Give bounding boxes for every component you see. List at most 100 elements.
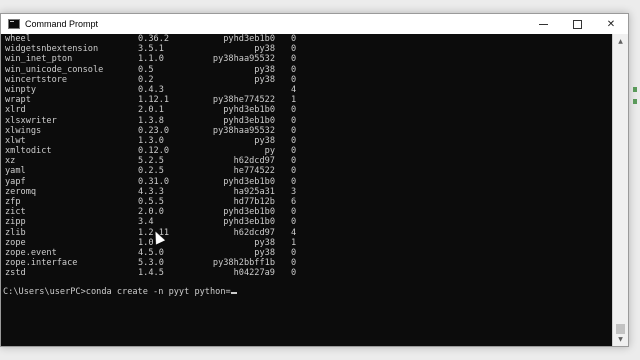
package-row: xlsxwriter 1.3.8 pyhd3eb1b0 0: [1, 116, 613, 126]
package-version: 3.5.1: [138, 44, 164, 55]
package-name: zope.event: [5, 247, 57, 258]
package-build-number: 0: [291, 135, 297, 146]
package-build: py38: [254, 64, 275, 75]
package-build-number: 6: [291, 197, 297, 207]
text-cursor: [230, 292, 237, 294]
package-build: py38: [254, 44, 275, 55]
prompt-path: C:\Users\userPC>: [3, 287, 86, 297]
package-name: zstd: [5, 268, 26, 279]
package-name: yaml: [5, 166, 26, 177]
close-button[interactable]: ✕: [594, 14, 628, 34]
package-name: xlsxwriter: [5, 115, 57, 126]
package-version: 0.5: [138, 64, 154, 75]
package-name: xlwt: [5, 135, 26, 146]
scroll-up-arrow-icon[interactable]: ▲: [613, 34, 628, 48]
console-output[interactable]: wheel 0.36.2 pyhd3eb1b0 0 widgetsnbextension…: [1, 34, 613, 346]
package-build: py38he774522: [212, 95, 275, 106]
package-version: 2.0.0: [138, 207, 164, 218]
package-name: zict: [5, 207, 26, 218]
package-row: zope 1.0 py38 1: [1, 238, 613, 248]
package-version: 0.31.0: [138, 176, 170, 187]
package-version: 2.0.1: [138, 105, 164, 116]
package-version: 1.4.5: [138, 268, 164, 279]
package-build-number: 0: [291, 146, 297, 157]
package-version: 1.1.0: [138, 54, 164, 65]
package-build-number: 0: [291, 54, 297, 65]
package-build: py38: [254, 74, 275, 85]
package-build: py38: [254, 247, 275, 258]
package-version: 5.2.5: [138, 156, 164, 167]
package-build: pyhd3eb1b0: [223, 34, 275, 44]
package-version: 1.12.1: [138, 95, 170, 106]
package-build: pyhd3eb1b0: [223, 217, 275, 228]
package-build: py38haa95532: [212, 54, 275, 65]
command-line[interactable]: C:\Users\userPC>conda create -n pyyt pyt…: [3, 287, 237, 297]
package-name: wincertstore: [5, 74, 68, 85]
package-build-number: 0: [291, 44, 297, 55]
package-row: xz 5.2.5 h62dcd97 0: [1, 156, 613, 166]
package-row: zope.interface 5.3.0 py38h2bbff1b 0: [1, 258, 613, 268]
package-build: h62dcd97: [233, 156, 275, 167]
package-row: zict 2.0.0 pyhd3eb1b0 0: [1, 207, 613, 217]
package-build: he774522: [233, 166, 275, 177]
package-build: pyhd3eb1b0: [223, 105, 275, 116]
package-build-number: 0: [291, 207, 297, 218]
window-title: Command Prompt: [25, 19, 99, 29]
command-prompt-window[interactable]: Command Prompt ✕ wheel 0.36.2 pyhd3eb1b0 0 w…: [0, 13, 629, 347]
package-build-number: 0: [291, 176, 297, 187]
package-name: win_unicode_console: [5, 64, 104, 75]
package-version: 1.0: [138, 237, 154, 248]
package-list: wheel 0.36.2 pyhd3eb1b0 0 widgetsnbextension…: [1, 34, 613, 279]
package-build-number: 1: [291, 95, 297, 106]
package-name: xlrd: [5, 105, 26, 116]
package-version: 0.36.2: [138, 34, 170, 44]
package-version: 1.3.0: [138, 135, 164, 146]
package-build: py38: [254, 237, 275, 248]
minimize-button[interactable]: [526, 14, 560, 34]
title-bar[interactable]: Command Prompt ✕: [1, 14, 628, 34]
package-version: 0.2: [138, 74, 154, 85]
package-name: xz: [5, 156, 16, 167]
vertical-scrollbar[interactable]: ▲ ▼: [612, 34, 628, 346]
package-build-number: 0: [291, 115, 297, 126]
package-row: yapf 0.31.0 pyhd3eb1b0 0: [1, 177, 613, 187]
package-row: zstd 1.4.5 h04227a9 0: [1, 268, 613, 278]
package-build-number: 0: [291, 105, 297, 116]
package-name: wheel: [5, 34, 31, 44]
package-build-number: 0: [291, 74, 297, 85]
package-name: xmltodict: [5, 146, 52, 157]
maximize-icon: [572, 19, 582, 29]
package-build-number: 0: [291, 64, 297, 75]
package-build-number: 4: [291, 227, 297, 238]
package-row: widgetsnbextension 3.5.1 py38 0: [1, 44, 613, 54]
package-row: win_unicode_console 0.5 py38 0: [1, 65, 613, 75]
package-build: h04227a9: [233, 268, 275, 279]
package-row: win_inet_pton 1.1.0 py38haa95532 0: [1, 54, 613, 64]
desktop-background: Command Prompt ✕ wheel 0.36.2 pyhd3eb1b0 0 w…: [0, 0, 640, 360]
package-build: py: [264, 146, 275, 157]
package-row: wrapt 1.12.1 py38he774522 1: [1, 95, 613, 105]
package-row: zeromq 4.3.3 ha925a31 3: [1, 187, 613, 197]
package-build-number: 0: [291, 156, 297, 167]
background-marker: [633, 87, 637, 92]
scroll-down-arrow-icon[interactable]: ▼: [613, 332, 628, 346]
package-row: zipp 3.4 pyhd3eb1b0 0: [1, 217, 613, 227]
package-name: zfp: [5, 197, 21, 207]
package-build: py38h2bbff1b: [212, 258, 275, 269]
maximize-button[interactable]: [560, 14, 594, 34]
package-build-number: 0: [291, 166, 297, 177]
package-build: pyhd3eb1b0: [223, 115, 275, 126]
package-build-number: 3: [291, 186, 297, 197]
package-build-number: 1: [291, 237, 297, 248]
package-name: winpty: [5, 84, 37, 95]
package-build-number: 0: [291, 268, 297, 279]
package-version: 1.3.8: [138, 115, 164, 126]
command-prompt-icon: [8, 19, 20, 29]
package-build-number: 0: [291, 217, 297, 228]
package-row: zlib 1.2.11 h62dcd97 4: [1, 228, 613, 238]
package-row: xlwt 1.3.0 py38 0: [1, 136, 613, 146]
package-name: xlwings: [5, 125, 42, 136]
package-build: py38haa95532: [212, 125, 275, 136]
package-version: 5.3.0: [138, 258, 164, 269]
minimize-icon: [538, 23, 548, 25]
